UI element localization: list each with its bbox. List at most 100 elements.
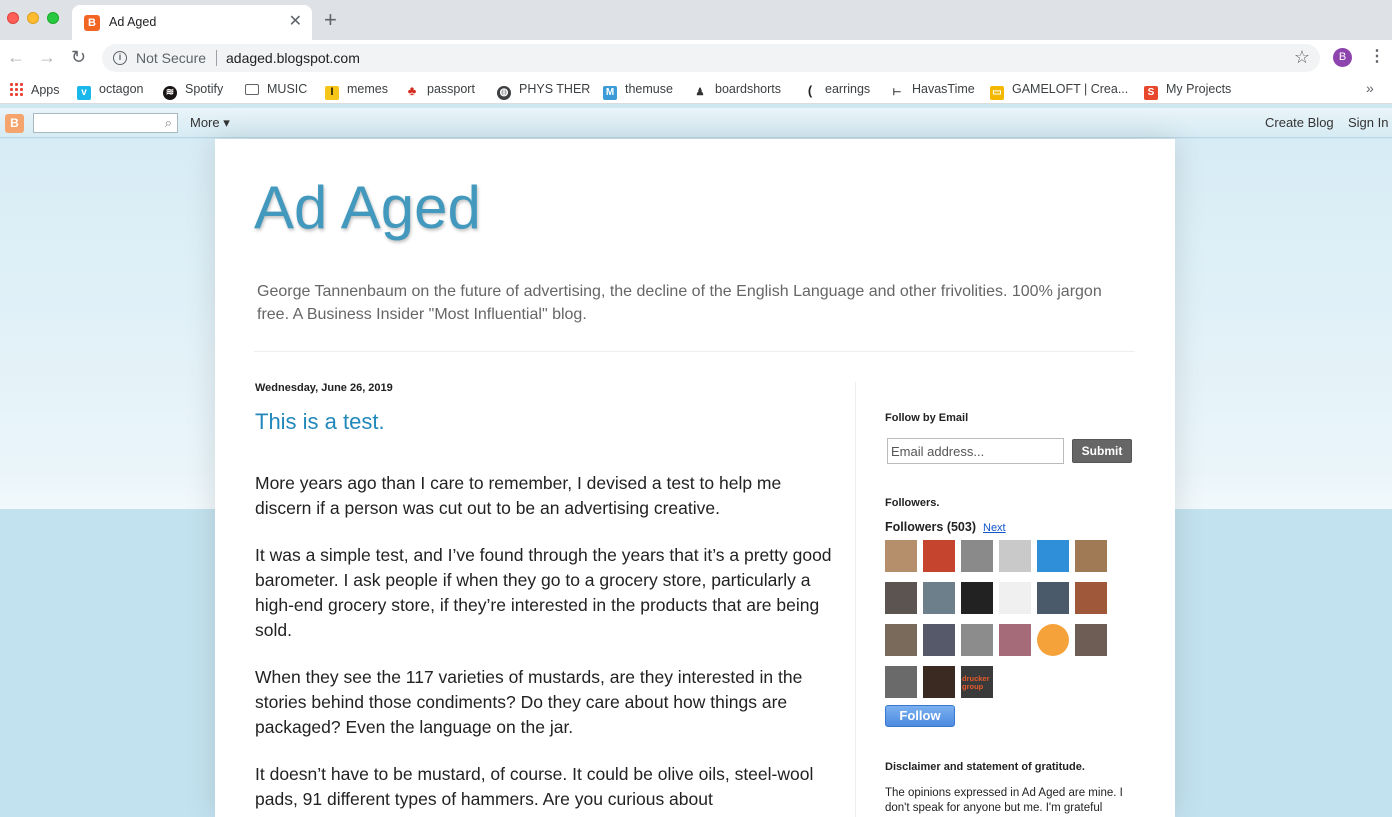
avatar[interactable] <box>999 624 1031 656</box>
avatar[interactable] <box>923 666 955 698</box>
bookmark-label: memes <box>347 82 388 96</box>
havastime-icon: ⊢ <box>892 87 902 98</box>
blog-content: Ad Aged George Tannenbaum on the future … <box>215 139 1175 817</box>
back-arrow-icon[interactable]: ← <box>7 47 25 67</box>
header-divider <box>254 351 1135 352</box>
email-field[interactable] <box>887 438 1064 464</box>
avatar[interactable] <box>1075 582 1107 614</box>
avatar[interactable] <box>1075 624 1107 656</box>
close-window-button[interactable] <box>7 12 19 24</box>
forward-arrow-icon[interactable]: → <box>38 47 56 67</box>
minimize-window-button[interactable] <box>27 12 39 24</box>
post-paragraph: More years ago than I care to remember, … <box>255 473 782 518</box>
bookmark-earrings[interactable]: ( earrings <box>803 82 870 98</box>
bookmark-label: HavasTime <box>912 82 975 96</box>
profile-avatar[interactable]: B <box>1333 48 1352 67</box>
blogger-navbar: B ⌕ More ▾ Create Blog Sign In <box>0 108 1392 138</box>
avatar[interactable] <box>999 582 1031 614</box>
bookmark-label: boardshorts <box>715 82 782 96</box>
more-menu-button[interactable]: More ▾ <box>190 115 230 131</box>
bookmark-my-projects[interactable]: S My Projects <box>1144 82 1231 100</box>
sign-in-link[interactable]: Sign In <box>1348 115 1388 130</box>
info-icon[interactable]: i <box>113 51 127 65</box>
blog-title[interactable]: Ad Aged <box>254 173 481 242</box>
url-text[interactable]: adaged.blogspot.com <box>226 50 360 66</box>
browser-toolbar: ← → ↻ i Not Secure adaged.blogspot.com ☆… <box>0 40 1392 76</box>
follow-email-heading: Follow by Email <box>885 412 969 424</box>
blogger-favicon-icon: B <box>84 15 100 31</box>
more-bookmarks-icon[interactable]: » <box>1366 80 1374 96</box>
post-title[interactable]: This is a test. <box>255 409 385 435</box>
maximize-window-button[interactable] <box>47 12 59 24</box>
blogger-logo-icon[interactable]: B <box>5 114 24 133</box>
sidebar-divider <box>855 382 856 817</box>
memes-icon: l <box>325 86 339 100</box>
bookmark-gameloft[interactable]: ▭ GAMELOFT | Crea... <box>990 82 1128 100</box>
post-paragraph: It doesn’t have to be mustard, of course… <box>255 764 814 809</box>
bookmark-label: Apps <box>31 83 60 97</box>
bookmark-star-icon[interactable]: ☆ <box>1294 47 1310 68</box>
avatar[interactable] <box>923 624 955 656</box>
new-tab-icon[interactable]: + <box>324 9 337 31</box>
bookmark-boardshorts[interactable]: ♟ boardshorts <box>693 82 782 100</box>
bookmark-label: Spotify <box>185 82 224 96</box>
avatar[interactable] <box>923 582 955 614</box>
folder-icon <box>245 84 259 95</box>
boardshorts-icon: ♟ <box>695 87 705 98</box>
post-paragraph: When they see the 117 varieties of musta… <box>255 667 803 737</box>
themuse-icon: M <box>603 86 617 100</box>
followers-count: Followers (503) <box>885 520 976 534</box>
earrings-icon: ( <box>807 83 813 98</box>
post-body: More years ago than I care to remember, … <box>255 471 835 817</box>
avatar[interactable] <box>1075 540 1107 572</box>
bookmarks-bar: Apps v octagon ≋ Spotify MUSIC l memes ♣ pas… <box>0 76 1392 104</box>
myprojects-icon: S <box>1144 86 1158 100</box>
bookmark-memes[interactable]: l memes <box>325 82 388 100</box>
avatar[interactable] <box>961 540 993 572</box>
blog-description: George Tannenbaum on the future of adver… <box>257 283 1102 323</box>
bookmark-label: octagon <box>99 82 144 96</box>
reload-icon[interactable]: ↻ <box>71 47 86 67</box>
avatar[interactable] <box>961 624 993 656</box>
bookmark-music[interactable]: MUSIC <box>245 82 307 96</box>
avatar[interactable] <box>1037 624 1069 656</box>
disclaimer-text: The opinions expressed in Ad Aged are mi… <box>885 787 1123 814</box>
bookmark-label: My Projects <box>1166 82 1232 96</box>
bookmark-themuse[interactable]: Mthemuse <box>603 82 673 100</box>
followers-next-link[interactable]: Next <box>983 522 1006 534</box>
bookmark-havastime[interactable]: ⊢ HavasTime <box>890 82 975 100</box>
bookmark-spotify[interactable]: ≋ Spotify <box>163 82 223 100</box>
followers-heading: Followers. <box>885 497 940 509</box>
avatar[interactable] <box>923 540 955 572</box>
avatar[interactable] <box>961 582 993 614</box>
address-bar[interactable]: i Not Secure adaged.blogspot.com ☆ <box>102 44 1320 72</box>
security-label[interactable]: Not Secure <box>136 50 206 66</box>
close-tab-icon[interactable]: ✕ <box>289 13 302 31</box>
submit-button[interactable]: Submit <box>1072 439 1132 463</box>
avatar[interactable] <box>999 540 1031 572</box>
avatar[interactable] <box>1037 582 1069 614</box>
avatar[interactable] <box>885 666 917 698</box>
create-blog-link[interactable]: Create Blog <box>1265 115 1334 130</box>
avatar[interactable] <box>885 582 917 614</box>
post-paragraph: It was a simple test, and I’ve found thr… <box>255 545 832 640</box>
browser-menu-icon[interactable]: ⋮ <box>1369 47 1385 67</box>
avatar[interactable]: drucker group <box>961 666 993 698</box>
avatar[interactable] <box>1037 540 1069 572</box>
browser-tab[interactable]: B Ad Aged ✕ <box>72 5 312 40</box>
search-icon[interactable]: ⌕ <box>165 115 172 131</box>
gameloft-icon: ▭ <box>990 86 1004 100</box>
post-date: Wednesday, June 26, 2019 <box>255 382 393 394</box>
avatar[interactable] <box>885 540 917 572</box>
bookmark-octagon[interactable]: v octagon <box>77 82 143 100</box>
bookmark-label: themuse <box>625 82 673 96</box>
bookmark-apps[interactable]: Apps <box>9 82 60 97</box>
bookmark-passport[interactable]: ♣ passport <box>405 82 475 98</box>
follow-button[interactable]: Follow <box>885 705 955 727</box>
bookmark-label: earrings <box>825 82 871 96</box>
bookmark-label: MUSIC <box>267 82 308 96</box>
globe-icon: ◍ <box>497 86 511 100</box>
avatar[interactable] <box>885 624 917 656</box>
bookmark-phys-ther[interactable]: ◍ PHYS THER <box>497 82 590 100</box>
blog-search-input[interactable]: ⌕ <box>33 113 178 133</box>
